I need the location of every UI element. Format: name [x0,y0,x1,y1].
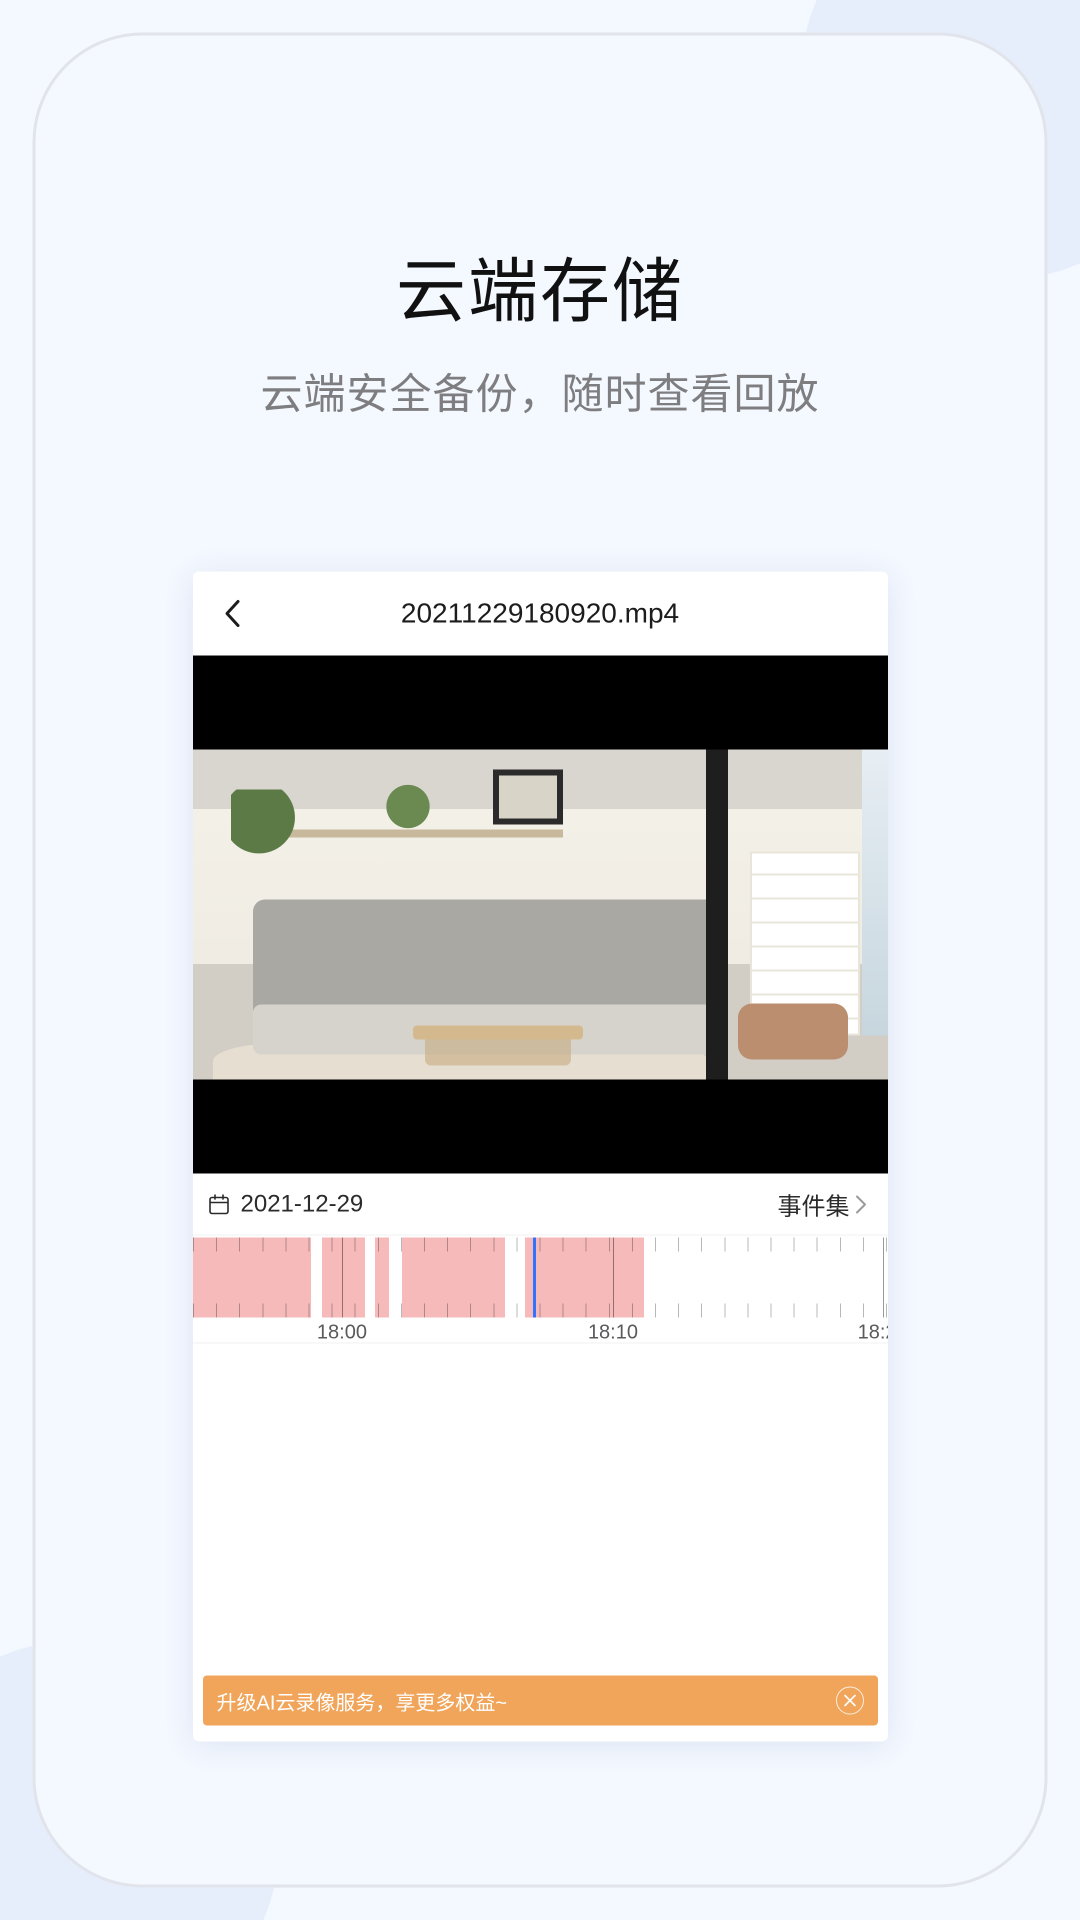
promo-subtitle: 云端安全备份，随时查看回放 [36,361,1045,422]
timeline-major-tick [342,1238,343,1318]
calendar-icon [207,1192,231,1216]
device-frame: 云端存储 云端安全备份，随时查看回放 20211229180920.mp4 [33,33,1048,1888]
timeline-time-label: 18:20 [858,1322,888,1345]
timeline-major-tick [613,1238,614,1318]
promo-title: 云端存储 [36,236,1045,337]
timeline[interactable]: 18:00 18:10 18:20 [193,1236,888,1344]
timeline-time-label: 18:00 [317,1322,367,1345]
video-still [193,750,888,1080]
timeline-minor-ticks [193,1238,888,1318]
close-icon [843,1694,857,1708]
timeline-major-tick [883,1238,884,1318]
date-text: 2021-12-29 [241,1190,364,1218]
events-button[interactable]: 事件集 [778,1187,870,1222]
date-bar: 2021-12-29 事件集 [193,1174,888,1236]
video-player[interactable] [193,656,888,1174]
timeline-time-label: 18:10 [588,1322,638,1345]
chevron-left-icon [222,599,244,629]
page-title: 20211229180920.mp4 [193,598,888,630]
banner-close-button[interactable] [836,1687,864,1715]
chevron-right-icon [852,1193,870,1215]
banner-text: 升级AI云录像服务，享更多权益~ [217,1686,508,1715]
events-label: 事件集 [778,1187,850,1222]
app-screenshot: 20211229180920.mp4 [193,572,888,1742]
timeline-cursor[interactable] [533,1238,536,1318]
app-header: 20211229180920.mp4 [193,572,888,656]
upgrade-banner[interactable]: 升级AI云录像服务，享更多权益~ [203,1676,878,1726]
back-button[interactable] [213,594,253,634]
date-picker[interactable]: 2021-12-29 [207,1190,364,1218]
promo-block: 云端存储 云端安全备份，随时查看回放 [36,36,1045,422]
